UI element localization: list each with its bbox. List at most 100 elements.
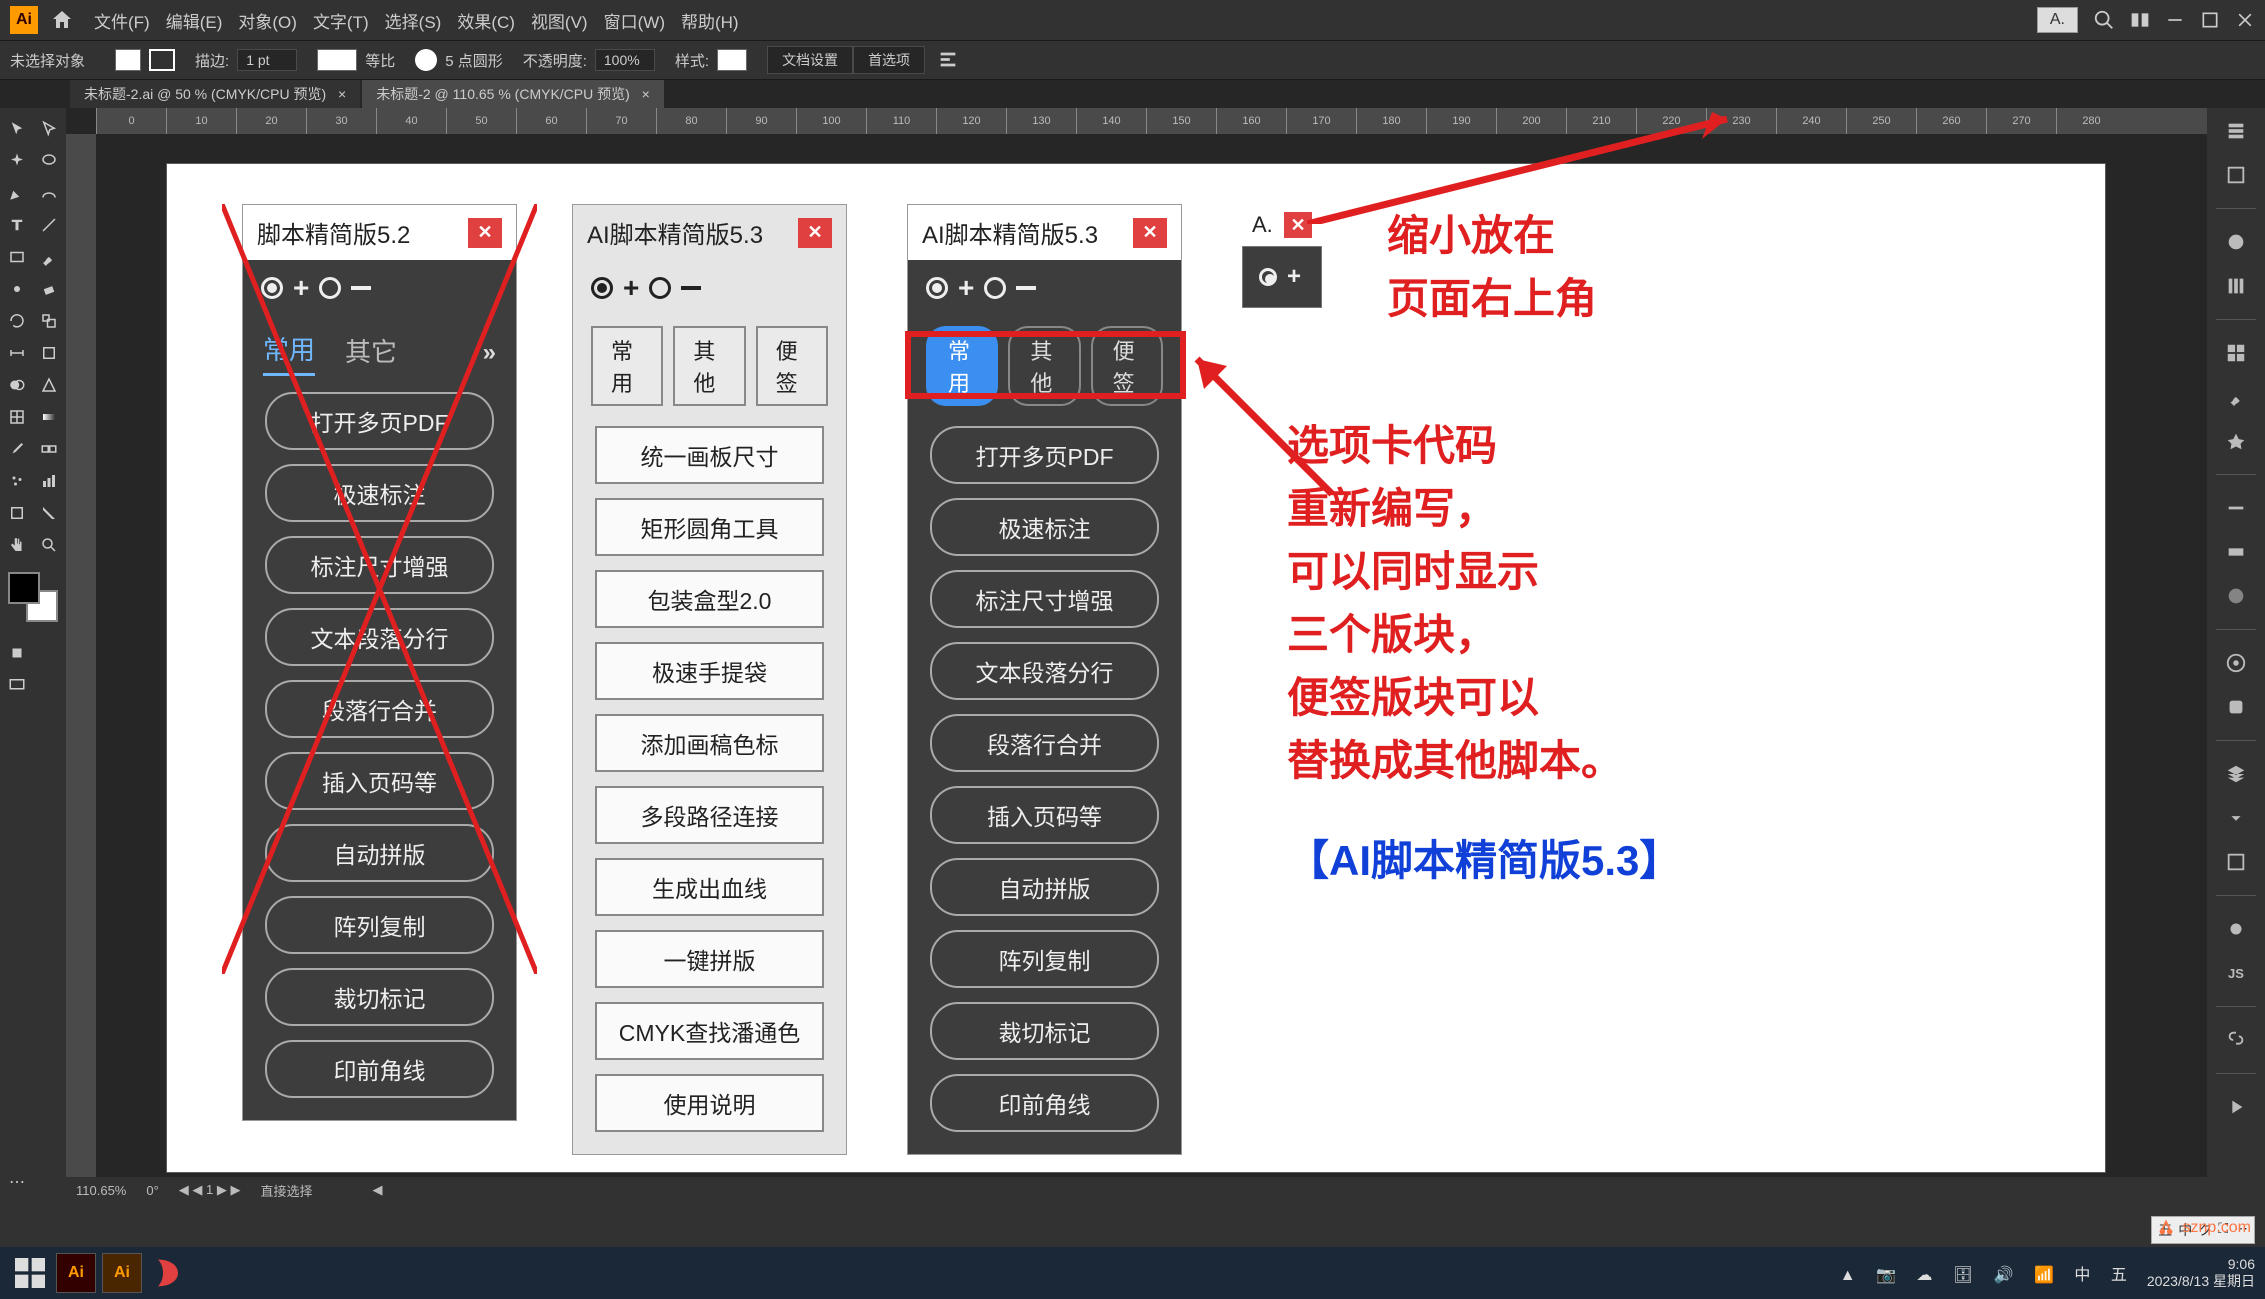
- screen-mode[interactable]: [2, 670, 32, 700]
- layers-icon[interactable]: [2221, 759, 2251, 789]
- script-button[interactable]: 文本段落分行: [930, 642, 1159, 700]
- direct-selection-tool[interactable]: [34, 114, 64, 144]
- radio-checked[interactable]: [1259, 268, 1277, 286]
- doc-tab-1[interactable]: 未标题-2.ai @ 50 % (CMYK/CPU 预览) ×: [70, 80, 360, 108]
- script-button[interactable]: 裁切标记: [930, 1002, 1159, 1060]
- radio-unchecked[interactable]: [319, 277, 341, 299]
- script-button[interactable]: 文本段落分行: [265, 608, 494, 666]
- appearance-icon[interactable]: [2221, 648, 2251, 678]
- rotate-tool[interactable]: [2, 306, 32, 336]
- script-button[interactable]: 印前角线: [930, 1074, 1159, 1132]
- taskbar-ai-1[interactable]: Ai: [56, 1253, 96, 1293]
- stroke-swatch[interactable]: [149, 49, 175, 71]
- links-icon[interactable]: [2221, 1025, 2251, 1055]
- home-icon[interactable]: [50, 8, 74, 32]
- taskbar-ai-2[interactable]: Ai: [102, 1253, 142, 1293]
- script-button[interactable]: 生成出血线: [595, 858, 824, 916]
- doc-tab-2[interactable]: 未标题-2 @ 110.65 % (CMYK/CPU 预览) ×: [362, 80, 664, 108]
- brushes-icon[interactable]: [2221, 382, 2251, 412]
- color-picker[interactable]: [8, 572, 58, 622]
- width-tool[interactable]: [2, 338, 32, 368]
- color-guide-icon[interactable]: [2221, 271, 2251, 301]
- pen-tool[interactable]: [2, 178, 32, 208]
- artboard-nav[interactable]: ◀ ◀ 1 ▶ ▶: [179, 1182, 241, 1198]
- tab-notes[interactable]: 便签: [756, 326, 828, 406]
- script-button[interactable]: 标注尺寸增强: [265, 536, 494, 594]
- slice-tool[interactable]: [34, 498, 64, 528]
- type-tool[interactable]: [2, 210, 32, 240]
- eyedropper-tool[interactable]: [2, 434, 32, 464]
- transparency-icon[interactable]: [2221, 581, 2251, 611]
- asset-export-icon[interactable]: [2221, 803, 2251, 833]
- menu-edit[interactable]: 编辑(E): [166, 8, 223, 33]
- blend-tool[interactable]: [34, 434, 64, 464]
- canvas[interactable]: 0102030405060708090100110120130140150160…: [66, 108, 2207, 1203]
- radio-unchecked[interactable]: [649, 277, 671, 299]
- js-icon[interactable]: JS: [2221, 958, 2251, 988]
- graphic-styles-icon[interactable]: [2221, 692, 2251, 722]
- perspective-tool[interactable]: [34, 370, 64, 400]
- edit-toolbar[interactable]: ⋯: [2, 1167, 32, 1197]
- magic-wand-tool[interactable]: [2, 146, 32, 176]
- search-icon[interactable]: [2093, 9, 2115, 31]
- menu-view[interactable]: 视图(V): [531, 8, 588, 33]
- script-button[interactable]: CMYK查找潘通色: [595, 1002, 824, 1060]
- color-icon[interactable]: [2221, 227, 2251, 257]
- arrange-icon[interactable]: [2130, 10, 2150, 30]
- radio-checked[interactable]: [926, 277, 948, 299]
- eraser-tool[interactable]: [34, 274, 64, 304]
- script-button[interactable]: 自动拼版: [265, 824, 494, 882]
- menu-object[interactable]: 对象(O): [238, 8, 297, 33]
- close-button[interactable]: ✕: [468, 218, 502, 248]
- script-button[interactable]: 包装盒型2.0: [595, 570, 824, 628]
- menu-type[interactable]: 文字(T): [313, 8, 369, 33]
- script-button[interactable]: 多段路径连接: [595, 786, 824, 844]
- clock[interactable]: 9:06 2023/8/13 星期日: [2147, 1256, 2255, 1290]
- doc-setup-button[interactable]: 文档设置: [767, 46, 853, 74]
- free-transform-tool[interactable]: [34, 338, 64, 368]
- zoom-tool[interactable]: [34, 530, 64, 560]
- docked-mini-panel[interactable]: A.: [2037, 7, 2078, 33]
- menu-help[interactable]: 帮助(H): [681, 8, 739, 33]
- tab-common[interactable]: 常用: [591, 326, 663, 406]
- script-button[interactable]: 添加画稿色标: [595, 714, 824, 772]
- uniform-swatch[interactable]: [317, 49, 357, 71]
- artboards-icon[interactable]: [2221, 847, 2251, 877]
- align-icon[interactable]: [937, 49, 959, 71]
- line-tool[interactable]: [34, 210, 64, 240]
- draw-normal[interactable]: [2, 638, 32, 668]
- tab-common[interactable]: 常用: [263, 330, 315, 376]
- script-button[interactable]: 阵列复制: [265, 896, 494, 954]
- properties-icon[interactable]: [2221, 116, 2251, 146]
- symbols-icon[interactable]: [2221, 426, 2251, 456]
- opacity-input[interactable]: [595, 49, 655, 71]
- close-button[interactable]: ✕: [798, 218, 832, 248]
- shape-builder-tool[interactable]: [2, 370, 32, 400]
- radio-unchecked[interactable]: [984, 277, 1006, 299]
- lasso-tool[interactable]: [34, 146, 64, 176]
- shaper-tool[interactable]: [2, 274, 32, 304]
- prefs-button[interactable]: 首选项: [853, 46, 925, 74]
- hand-tool[interactable]: [2, 530, 32, 560]
- close-button[interactable]: ✕: [1284, 212, 1312, 238]
- script-button[interactable]: 打开多页PDF: [265, 392, 494, 450]
- tray-icons[interactable]: ▲ 📷 ☁ 🗄 🔊 📶 中 五: [1840, 1261, 2135, 1285]
- radio-checked[interactable]: [591, 277, 613, 299]
- rectangle-tool[interactable]: [2, 242, 32, 272]
- gradient-tool[interactable]: [34, 402, 64, 432]
- mesh-tool[interactable]: [2, 402, 32, 432]
- script-button[interactable]: 一键拼版: [595, 930, 824, 988]
- script-button[interactable]: 自动拼版: [930, 858, 1159, 916]
- graph-tool[interactable]: [34, 466, 64, 496]
- script-button[interactable]: 插入页码等: [265, 752, 494, 810]
- artboard-tool[interactable]: [2, 498, 32, 528]
- brush-tool[interactable]: [34, 242, 64, 272]
- fill-swatch[interactable]: [115, 49, 141, 71]
- script-button[interactable]: 统一画板尺寸: [595, 426, 824, 484]
- style-swatch[interactable]: [717, 49, 747, 71]
- script-button[interactable]: 段落行合并: [265, 680, 494, 738]
- script-button[interactable]: 打开多页PDF: [930, 426, 1159, 484]
- radio-checked[interactable]: [261, 277, 283, 299]
- chevron-icon[interactable]: »: [483, 339, 496, 367]
- libraries-icon[interactable]: [2221, 160, 2251, 190]
